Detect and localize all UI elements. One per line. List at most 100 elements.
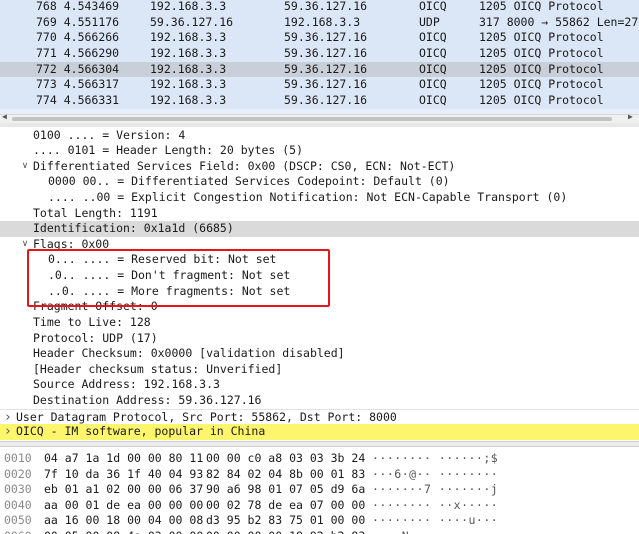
hex-offset: 0010	[4, 451, 32, 465]
packet-number: 770	[36, 30, 57, 44]
packet-row[interactable]: 771 4.566290 192.168.3.3 59.36.127.16 OICQ 1…	[0, 46, 639, 62]
tree-item-text: .... 0101 = Header Length: 20 bytes (5)	[33, 143, 304, 158]
scroll-left-arrow-icon[interactable]: ◀	[2, 112, 7, 121]
tree-item[interactable]: Time to Live: 128	[0, 315, 639, 331]
packet-row[interactable]: 773 4.566317 192.168.3.3 59.36.127.16 OICQ 1…	[0, 77, 639, 93]
packet-row[interactable]: 770 4.566266 192.168.3.3 59.36.127.16 OICQ 1…	[0, 30, 639, 46]
packet-protocol: OICQ	[419, 62, 447, 76]
hex-bytes: 90 a6 98 01 07 05 d9 6a	[206, 482, 366, 497]
packet-no-time: 770 4.566266	[36, 30, 119, 46]
tree-item[interactable]: Destination Address: 59.36.127.16	[0, 393, 639, 409]
packet-time: 4.566290	[63, 46, 120, 60]
packet-destination: 59.36.127.16	[284, 77, 368, 91]
packet-source: 192.168.3.3	[150, 62, 227, 76]
tree-item[interactable]: › OICQ - IM software, popular in China	[0, 424, 639, 440]
packet-no-time: 772 4.566304	[36, 62, 119, 78]
packet-number: 772	[36, 62, 57, 76]
packet-number: 769	[36, 15, 57, 29]
packet-source: 192.168.3.3	[150, 46, 227, 60]
hex-row[interactable]: 0050 aa 16 00 18 00 04 00 08 d3 95 b2 83 7…	[0, 513, 639, 529]
hex-ascii: ········ ····u···	[372, 513, 499, 528]
packet-row[interactable]: 774 4.566331 192.168.3.3 59.36.127.16 OICQ 1…	[0, 93, 639, 109]
packet-source: 192.168.3.3	[150, 0, 227, 13]
packet-protocol: OICQ	[419, 46, 447, 60]
hex-bytes: 00 00 c0 a8 03 03 3b 24	[206, 451, 366, 465]
hex-bytes: eb 01 a1 02 00 00 06 37	[44, 482, 204, 497]
hex-bytes: aa 00 01 de ea 00 00 00	[44, 497, 204, 512]
hex-offset: 0020	[4, 466, 32, 481]
packet-row[interactable]: 772 4.566304 192.168.3.3 59.36.127.16 OICQ 1…	[0, 62, 639, 78]
tree-item-text: Source Address: 192.168.3.3	[33, 377, 220, 392]
tree-item-text: Differentiated Services Field: 0x00 (DSC…	[33, 158, 456, 173]
pane-divider-hex[interactable]	[0, 441, 639, 447]
chevron-right-icon[interactable]: ›	[3, 424, 13, 439]
packet-row[interactable]: 769 4.551176 59.36.127.16 192.168.3.3 UDP 31…	[0, 15, 639, 31]
packet-protocol: OICQ	[419, 93, 447, 107]
tree-item[interactable]: Protocol: UDP (17)	[0, 331, 639, 347]
packet-time: 4.566331	[63, 93, 120, 107]
packet-list[interactable]: 768 4.543469 192.168.3.3 59.36.127.16 OICQ 1…	[0, 0, 639, 114]
packet-info: 1205 OICQ Protocol	[479, 77, 604, 91]
hex-bytes: d3 95 b2 83 75 01 00 00	[206, 513, 366, 528]
tree-item[interactable]: › User Datagram Protocol, Src Port: 55862…	[0, 408, 639, 426]
hex-offset: 0030	[4, 482, 32, 497]
tree-item-text: 0100 .... = Version: 4	[33, 127, 186, 142]
hex-ascii: ········ ··x·····	[372, 497, 499, 512]
packet-row[interactable]: 768 4.543469 192.168.3.3 59.36.127.16 OICQ 1…	[0, 0, 639, 15]
packet-destination: 59.36.127.16	[284, 93, 368, 107]
packet-no-time: 773 4.566317	[36, 77, 119, 93]
chevron-right-icon[interactable]: ›	[3, 410, 13, 425]
tree-item[interactable]: .... ..00 = Explicit Congestion Notifica…	[0, 190, 639, 206]
hex-ascii: ····N··· ········	[372, 529, 498, 534]
chevron-down-icon[interactable]: ∨	[20, 159, 30, 175]
packet-bytes-pane: 0010 04 a7 1a 1d 00 00 80 11 00 00 c0 a8 0…	[0, 448, 639, 534]
packet-info: 1205 OICQ Protocol	[479, 62, 604, 76]
tree-item[interactable]: 0100 .... = Version: 4	[0, 128, 639, 144]
tree-item[interactable]: Total Length: 1191	[0, 206, 639, 222]
tree-item-text: .... ..00 = Explicit Congestion Notifica…	[48, 189, 568, 204]
hex-offset: 0060	[4, 529, 32, 534]
tree-item-text: User Datagram Protocol, Src Port: 55862,…	[16, 409, 397, 424]
packet-info: 317 8000 → 55862 Len=275	[479, 15, 639, 29]
packet-no-time: 768 4.543469	[36, 0, 119, 15]
hex-row[interactable]: 0040 aa 00 01 de ea 00 00 00 00 02 78 de e…	[0, 498, 639, 514]
packet-no-time: 771 4.566290	[36, 46, 119, 62]
tree-item-text: Identification: 0x1a1d (6685)	[33, 221, 234, 236]
tree-item[interactable]: Header Checksum: 0x0000 [validation disa…	[0, 346, 639, 362]
tree-item-text: 0000 00.. = Differentiated Services Code…	[48, 174, 450, 189]
tree-item-text: [Header checksum status: Unverified]	[33, 361, 283, 376]
hex-ascii: ········ ······;$	[372, 451, 499, 465]
packet-number: 771	[36, 46, 57, 60]
packet-list-horizontal-scrollbar[interactable]: ◀ ▶	[0, 112, 639, 123]
hex-row[interactable]: 0020 7f 10 da 36 1f 40 04 93 82 84 02 04 8…	[0, 467, 639, 483]
hex-bytes: 00 00 00 00 18 92 b2 83	[206, 529, 365, 534]
scrollbar-thumb[interactable]	[12, 117, 612, 121]
hex-bytes: 00 02 78 de ea 07 00 00	[206, 497, 366, 512]
hex-ascii: ···6·@·· ········	[372, 466, 499, 481]
tree-item[interactable]: Source Address: 192.168.3.3	[0, 377, 639, 393]
packet-protocol: OICQ	[419, 30, 447, 44]
hex-bytes: 04 a7 1a 1d 00 00 80 11	[44, 451, 204, 465]
tree-item[interactable]: 0000 00.. = Differentiated Services Code…	[0, 174, 639, 190]
hex-row[interactable]: 0010 04 a7 1a 1d 00 00 80 11 00 00 c0 a8 0…	[0, 451, 639, 467]
packet-destination: 59.36.127.16	[284, 30, 368, 44]
hex-offset: 0050	[4, 513, 32, 528]
scroll-right-arrow-icon[interactable]: ▶	[628, 112, 633, 121]
packet-time: 4.566304	[63, 62, 120, 76]
packet-source: 192.168.3.3	[150, 77, 227, 91]
packet-source: 59.36.127.16	[150, 15, 234, 29]
packet-protocol: OICQ	[419, 77, 447, 91]
hex-row[interactable]: 0030 eb 01 a1 02 00 00 06 37 90 a6 98 01 0…	[0, 482, 639, 498]
tree-item[interactable]: .... 0101 = Header Length: 20 bytes (5)	[0, 143, 639, 159]
packet-protocol: UDP	[419, 15, 440, 29]
hex-row[interactable]: 0060 00 05 00 08 4e 03 00 0000 00 00 00 1…	[0, 529, 639, 534]
hex-ascii: ·······7 ·······j	[372, 482, 499, 497]
tree-item[interactable]: [Header checksum status: Unverified]	[0, 362, 639, 378]
packet-info: 1205 OICQ Protocol	[479, 93, 604, 107]
tree-item[interactable]: Identification: 0x1a1d (6685)	[0, 221, 639, 237]
tree-item-text: Header Checksum: 0x0000 [validation disa…	[33, 346, 345, 361]
packet-info: 1205 OICQ Protocol	[479, 46, 604, 60]
hex-offset: 0040	[4, 497, 32, 512]
hex-bytes: 7f 10 da 36 1f 40 04 93	[44, 466, 204, 481]
tree-item[interactable]: ∨ Differentiated Services Field: 0x00 (DS…	[0, 159, 639, 175]
